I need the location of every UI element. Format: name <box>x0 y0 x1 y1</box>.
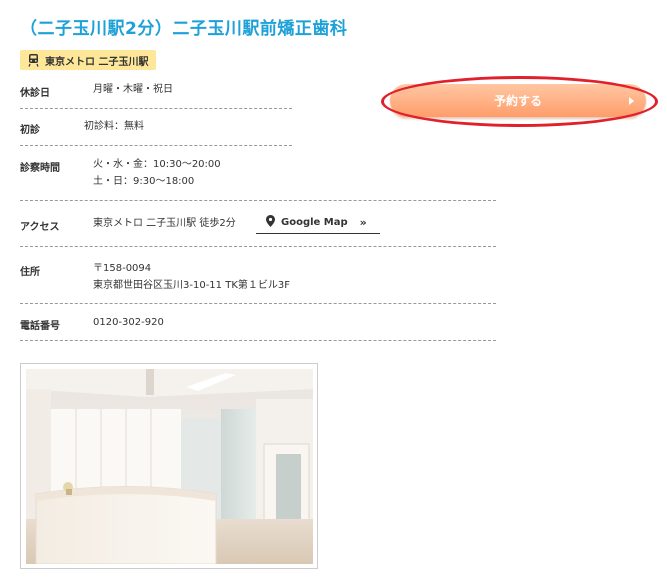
clinic-photo-frame <box>20 363 318 569</box>
reserve-button-label: 予約する <box>493 94 542 108</box>
double-chevron-right-icon: » <box>359 216 367 229</box>
address-label: 住所 <box>20 267 40 278</box>
clinic-title: （二子玉川駅2分）二子玉川駅前矯正歯科 <box>20 19 348 39</box>
address-line1: 〒158-0094 <box>93 263 152 274</box>
google-map-link[interactable]: Google Map » <box>256 212 380 234</box>
address-line2: 東京都世田谷区玉川3-10-11 TK第１ビル3F <box>93 280 290 291</box>
divider <box>20 200 496 201</box>
divider <box>20 108 292 109</box>
google-map-label: Google Map <box>281 217 348 228</box>
divider <box>20 340 496 341</box>
access-label: アクセス <box>20 222 60 233</box>
divider <box>20 303 496 304</box>
station-badge-label: 東京メトロ 二子玉川駅 <box>45 56 149 68</box>
reserve-button[interactable]: 予約する <box>390 84 646 117</box>
divider <box>20 145 292 146</box>
closed-label: 休診日 <box>20 88 50 99</box>
station-badge: 東京メトロ 二子玉川駅 <box>20 50 157 70</box>
access-value: 東京メトロ 二子玉川駅 徒歩2分 <box>93 218 236 229</box>
first-visit-value: 初診料：無料 <box>84 121 144 132</box>
phone-value: 0120-302-920 <box>93 317 164 328</box>
map-pin-icon <box>266 215 275 230</box>
train-icon <box>28 53 39 67</box>
triangle-right-icon <box>629 97 634 105</box>
clinic-photo <box>26 369 313 564</box>
hours-label: 診察時間 <box>20 163 60 174</box>
reserve-area: 予約する <box>381 76 658 127</box>
first-visit-label: 初診 <box>20 125 40 136</box>
phone-label: 電話番号 <box>20 321 60 332</box>
divider <box>20 246 496 247</box>
closed-value: 月曜・木曜・祝日 <box>93 84 173 95</box>
hours-line1: 火・水・金：10:30〜20:00 <box>93 159 221 170</box>
hours-line2: 土・日：9:30〜18:00 <box>93 176 195 187</box>
